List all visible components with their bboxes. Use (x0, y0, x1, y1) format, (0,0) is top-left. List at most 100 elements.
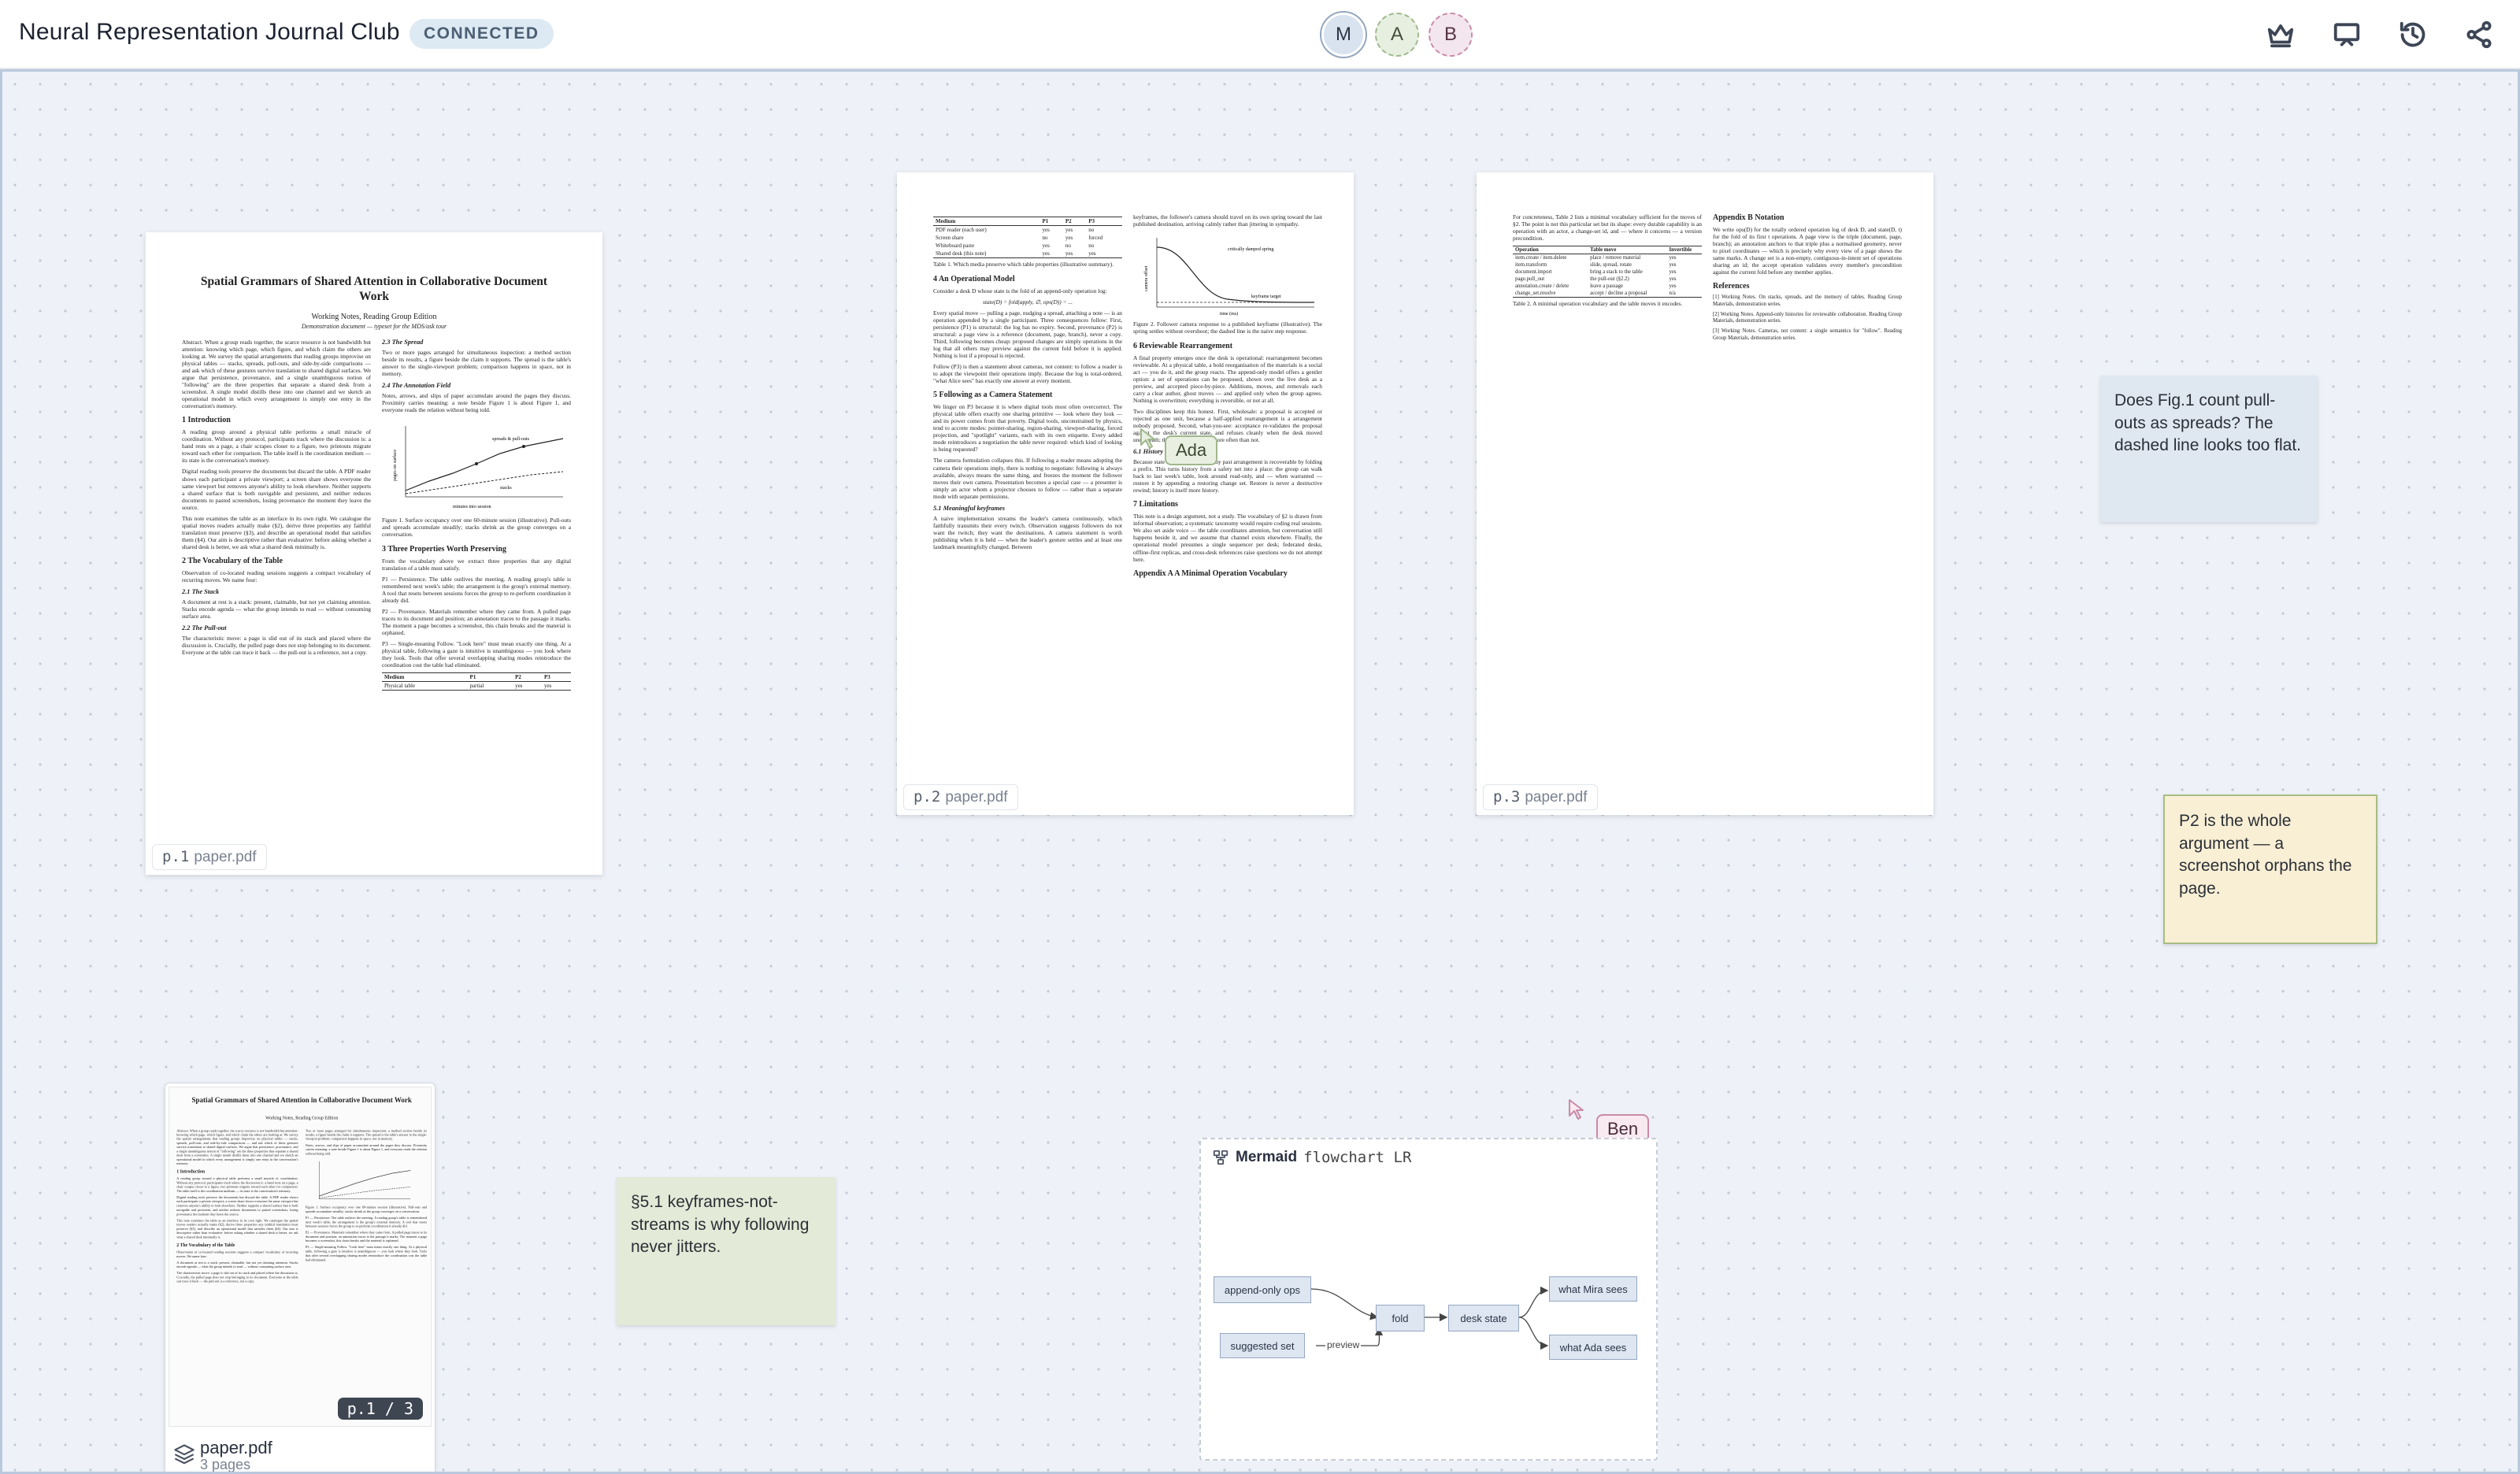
table-header: P2 (513, 672, 543, 683)
page-file: paper.pdf (1525, 789, 1588, 806)
property-p1: P1 — Persistence. The table outlives the… (382, 575, 571, 604)
avatar-a[interactable]: A (1375, 13, 1419, 57)
table-row: Whiteboard paste yes no no (936, 243, 1095, 249)
paragraph: The characteristic move: a page is slid … (182, 634, 371, 657)
file-page-count: 3 pages (200, 1457, 251, 1472)
figure-1-caption: Figure 1. Surface occupancy over one 60-… (382, 517, 571, 538)
file-name: paper.pdf (200, 1438, 272, 1457)
table-cell: yes (542, 681, 571, 691)
table-header: P3 (542, 672, 571, 683)
page-2-content: Medium P1 P2 P3 PDF reader (each user) ye… (897, 172, 1354, 815)
crown-icon[interactable] (2263, 17, 2298, 52)
table-header: Operation (1513, 246, 1588, 255)
avatar-b[interactable]: B (1429, 13, 1473, 57)
reference-item: [2] Working Notes. Append-only histories… (1713, 311, 1902, 324)
board-canvas[interactable]: Spatial Grammars of Shared Attention in … (0, 69, 2520, 1474)
subsection-heading: 2.2 The Pull-out (182, 624, 227, 631)
paragraph: Observation of co-located reading sessio… (182, 568, 371, 583)
pdf-page-1[interactable]: Spatial Grammars of Shared Attention in … (146, 232, 602, 875)
table-row: Shared desk (this note) yes yes yes (933, 250, 1122, 258)
thumbnail-heading: 2 The Vocabulary of the Table (176, 1243, 235, 1248)
table-header: Medium (933, 217, 1040, 226)
paper-subtitle: Working Notes, Reading Group Edition (311, 313, 437, 321)
section-heading: Appendix A A Minimal Operation Vocabular… (1133, 568, 1288, 578)
page-2-right-column: keyframes, the follower's camera should … (1133, 213, 1322, 582)
subsection-heading: 2.1 The Stack (182, 587, 220, 595)
presentation-icon[interactable] (2329, 17, 2364, 52)
toolbar-actions (2232, 17, 2496, 52)
sticky-note-green[interactable]: §5.1 keyframes-not-streams is why follow… (617, 1177, 836, 1325)
property-p3: P3 — Single-meaning Follow. "Look here" … (382, 640, 571, 669)
table-1-caption: Table 1. Which media preserve which tabl… (933, 261, 1114, 268)
table-cell: partial (467, 681, 513, 691)
property-p2: P2 — Provenance. Materials remember wher… (382, 608, 571, 637)
connection-status-badge: CONNECTED (410, 19, 554, 49)
share-icon[interactable] (2462, 17, 2496, 52)
thumbnail-paragraph: Digital reading tools preserve the docum… (176, 1195, 298, 1217)
paragraph: The camera formulation collapses this. I… (933, 457, 1122, 500)
edge-desk-ada (1518, 1317, 1549, 1350)
pdf-file-card[interactable]: Spatial Grammars of Shared Attention in … (165, 1083, 435, 1472)
avatar-m[interactable]: M (1321, 13, 1366, 57)
presence-avatars: M A B (1321, 13, 1482, 57)
thumbnail-paragraph: The characteristic move: a page is slid … (176, 1271, 298, 1283)
section-heading: 3 Three Properties Worth Preserving (382, 544, 506, 554)
page-number: p.3 (1493, 788, 1521, 806)
thumbnail-title: Spatial Grammars of Shared Attention in … (191, 1096, 412, 1105)
pdf-page-2[interactable]: Medium P1 P2 P3 PDF reader (each user) ye… (897, 172, 1354, 815)
file-thumbnail: Spatial Grammars of Shared Attention in … (169, 1087, 432, 1427)
paragraph: Two or more pages arranged for simultane… (382, 349, 571, 378)
table-row: PDF reader (each user) yes yes no (936, 227, 1095, 233)
cursor-arrow-icon (1569, 1099, 1584, 1120)
paragraph: Digital reading tools preserve the docum… (182, 468, 371, 511)
paragraph: A reading group around a physical table … (182, 428, 371, 465)
figure-2-caption: Figure 2. Follower camera response to a … (1133, 320, 1322, 335)
figure-1-chart: spreads & pull-outs stacks minutes into … (392, 426, 564, 509)
subsection-heading: 2.3 The Spread (382, 339, 424, 346)
top-bar: Neural Representation Journal Club CONNE… (0, 0, 2520, 69)
node-what-ada-sees: what Ada sees (1549, 1335, 1637, 1360)
node-desk-state: desk state (1448, 1305, 1519, 1331)
equation: state(D) = fold(apply, ∅, ops(D)) = ... (983, 298, 1073, 306)
page-2-label: p.2 paper.pdf (903, 784, 1018, 810)
page-counter: p.1 / 3 (337, 1398, 423, 1420)
paragraph: A document at rest is a stack: present, … (182, 598, 371, 620)
thumbnail-heading: 1 Introduction (176, 1168, 206, 1175)
figure-2-ylabel: camera offset (1143, 265, 1149, 291)
thumbnail-paragraph: A reading group around a physical table … (176, 1176, 298, 1194)
history-icon[interactable] (2396, 17, 2430, 52)
paragraph: From the vocabulary above we extract thr… (382, 557, 571, 572)
paragraph: Every spatial move — pulling a page, nud… (933, 309, 1122, 360)
mermaid-diagram-card[interactable]: Mermaid flowchart LR append-only ops sug… (1199, 1138, 1658, 1461)
paragraph: This note examines the table as an inter… (182, 514, 371, 550)
figure-2-legend-1: critically damped spring (1228, 247, 1273, 252)
page-3-right-column: Appendix B Notation We write ops(D) for … (1713, 213, 1902, 346)
node-what-mira-sees: what Mira sees (1549, 1276, 1637, 1302)
paragraph: We linger on P3 because it is where digi… (933, 403, 1122, 454)
thumbnail-paragraph: Figure 1. Surface occupancy over one 60-… (305, 1205, 428, 1214)
layers-icon (174, 1444, 195, 1465)
subsection-heading: 2.4 The Annotation Field (382, 382, 451, 390)
thumbnail-paragraph: A document at rest is a stack: present, … (176, 1260, 298, 1269)
abstract: Abstract. When a group reads together, t… (182, 339, 371, 410)
node-suggested-set: suggested set (1220, 1333, 1305, 1358)
pdf-page-3[interactable]: For concreteness, Table 2 lists a minima… (1477, 172, 1933, 815)
page-1-right-column: 2.3 The Spread Two or more pages arrange… (382, 339, 571, 694)
sticky-note-blue[interactable]: Does Fig.1 count pull-outs as spreads? T… (2100, 376, 2318, 522)
board-title[interactable]: Neural Representation Journal Club (19, 19, 400, 46)
page-1-left-column: Abstract. When a group reads together, t… (182, 339, 371, 660)
edge-label-preview: preview (1325, 1339, 1362, 1350)
figure-1-legend-1: spreads & pull-outs (492, 437, 530, 442)
edge-append-fold (1310, 1288, 1379, 1320)
page-file: paper.pdf (945, 789, 1008, 806)
section-heading: 1 Introduction (182, 416, 231, 425)
thumbnail-right-column: Two or more pages arranged for simultane… (306, 1128, 427, 1264)
thumbnail-paragraph: This note examines the table as an inter… (176, 1218, 298, 1239)
paragraph: This note is a design argument, not a st… (1133, 513, 1322, 563)
page-2-left-column: Medium P1 P2 P3 PDF reader (each user) ye… (933, 213, 1122, 554)
page-3-left-column: For concreteness, Table 2 lists a minima… (1513, 213, 1702, 313)
sticky-note-yellow[interactable]: P2 is the whole argument — a screenshot … (2163, 794, 2377, 944)
thumbnail-paragraph: Two or more pages arranged for simultane… (305, 1128, 428, 1141)
table-row: annotation.create / delete leave a passag… (1515, 283, 1677, 290)
cursor-ada-label: Ada (1165, 435, 1218, 465)
